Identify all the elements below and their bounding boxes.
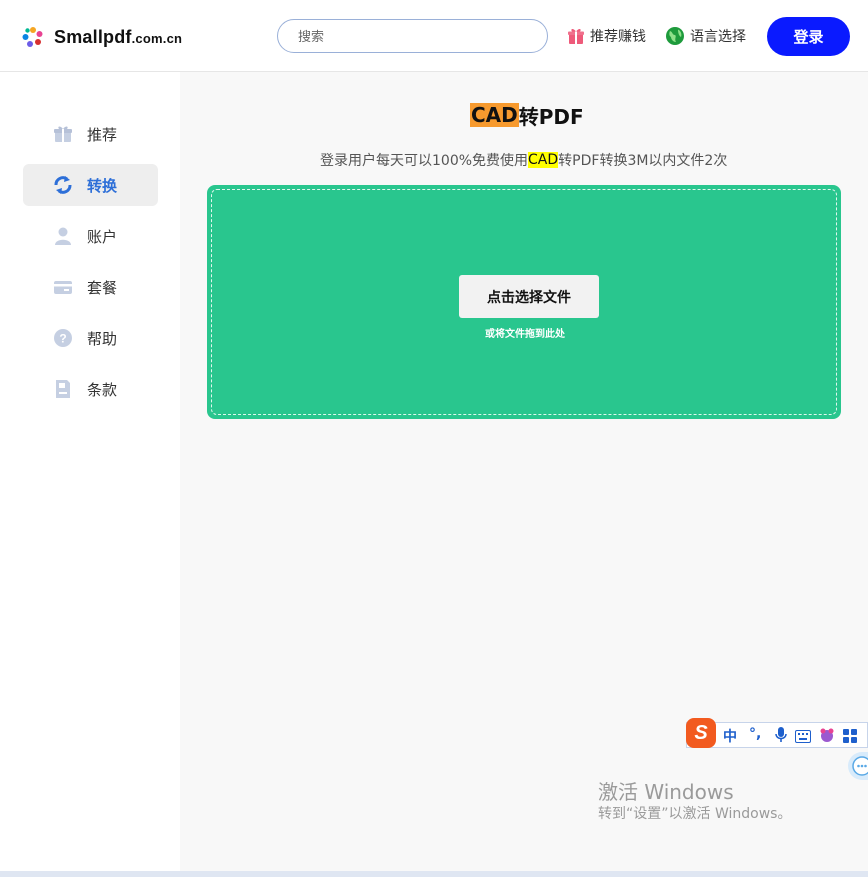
sidebar-item-recommend[interactable]: 推荐 [23,113,158,155]
ime-logo[interactable]: S [686,718,716,748]
sidebar-item-label: 转换 [87,176,118,195]
microphone-icon[interactable] [775,727,787,747]
search-box [277,19,548,53]
logo-suffix: .com.cn [131,30,183,46]
file-drop-zone[interactable]: 点击选择文件 或将文件拖到此处 [207,185,841,419]
taskbar-edge [0,871,868,877]
page-title: CAD 转PDF [470,101,584,129]
logo-icon [22,27,43,47]
drop-zone-border: 点击选择文件 或将文件拖到此处 [211,189,837,415]
activation-watermark-title: 激活 Windows [598,780,734,804]
subtitle-highlight: CAD [528,152,559,168]
language-select[interactable]: 语言选择 [665,24,746,48]
recommend-earn-link[interactable]: 推荐赚钱 [567,24,646,48]
recommend-earn-label: 推荐赚钱 [590,29,646,45]
language-label: 语言选择 [690,29,746,45]
subtitle-after: 转PDF转换3M以内文件2次 [558,153,728,169]
drag-hint: 或将文件拖到此处 [485,329,565,340]
gift-icon [52,123,74,145]
sidebar-item-plans[interactable]: 套餐 [23,266,158,308]
activation-watermark-subtitle: 转到“设置”以激活 Windows。 [598,806,792,822]
convert-icon [52,174,74,196]
choose-file-button[interactable]: 点击选择文件 [459,275,599,318]
keyboard-icon[interactable] [795,728,811,747]
search-input[interactable] [296,21,530,53]
sidebar: 推荐 转换 账户 套餐 ? 帮助 条款 [0,72,180,877]
logo-text: Smallpdf [54,26,132,47]
sidebar-item-help[interactable]: ? 帮助 [23,317,158,359]
ime-mode-toggle[interactable]: 中 [723,726,737,746]
sidebar-item-label: 套餐 [87,278,118,297]
sidebar-item-label: 推荐 [87,125,118,144]
sidebar-item-label: 账户 [87,227,118,246]
title-highlight: CAD [470,103,519,127]
sidebar-item-terms[interactable]: 条款 [23,368,158,410]
page-subtitle: 登录用户每天可以100%免费使用 CAD 转PDF转换3M以内文件2次 [320,150,727,170]
title-rest: 转PDF [518,104,584,129]
ime-punctuation-toggle[interactable]: °, [749,726,761,742]
globe-icon [665,26,685,46]
top-header: Smallpdf.com.cn 推荐赚钱 语言选择 登录 [0,0,868,72]
sidebar-item-label: 条款 [87,380,118,399]
sidebar-item-account[interactable]: 账户 [23,215,158,257]
sidebar-item-label: 帮助 [87,329,118,348]
toolbox-icon[interactable] [843,728,857,747]
site-logo[interactable]: Smallpdf.com.cn [22,24,182,50]
login-button[interactable]: 登录 [767,17,850,56]
document-icon [52,378,74,400]
sidebar-item-convert[interactable]: 转换 [23,164,158,206]
help-icon: ? [52,327,74,349]
svg-text:?: ? [59,332,66,346]
skin-icon[interactable] [819,726,835,748]
gift-icon [567,27,585,45]
card-icon [52,276,74,298]
subtitle-before: 登录用户每天可以100%免费使用 [320,153,529,169]
user-icon [52,225,74,247]
chat-assistant-icon[interactable] [848,752,868,780]
